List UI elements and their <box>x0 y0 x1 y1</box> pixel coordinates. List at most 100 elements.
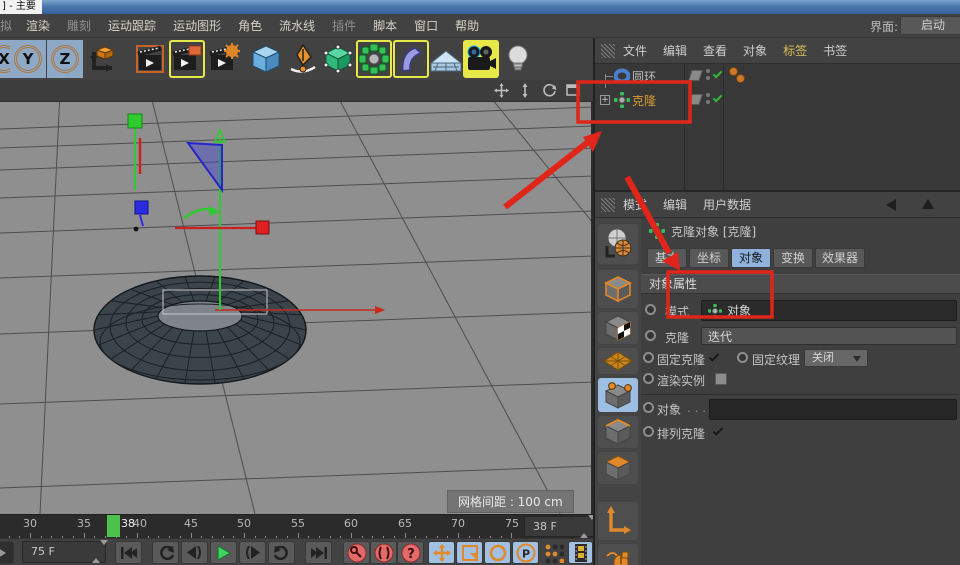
menu-script[interactable]: 脚本 <box>373 17 397 34</box>
keying-selection-button[interactable] <box>540 541 567 564</box>
enabled-check-icon[interactable] <box>713 69 723 79</box>
gizmo-blue-plane[interactable] <box>188 143 222 190</box>
om-menu-object[interactable]: 对象 <box>743 42 767 59</box>
torus-object[interactable] <box>94 276 306 384</box>
spinner-arrows-icon[interactable] <box>92 545 100 558</box>
spline-pen-button[interactable] <box>285 40 321 78</box>
record-keyframe-button[interactable] <box>343 541 370 564</box>
add-cube-button[interactable] <box>248 40 284 78</box>
next-frame-button[interactable] <box>239 541 266 564</box>
end-frame-spinner[interactable]: 75 F <box>22 541 106 563</box>
visibility-dot-bottom[interactable] <box>706 76 710 80</box>
object-link-field[interactable] <box>709 399 957 420</box>
tab-effectors[interactable]: 效果器 <box>815 248 865 268</box>
perspective-viewport[interactable]: 网格间距 : 100 cm <box>0 102 593 514</box>
goto-start-button[interactable] <box>115 541 142 564</box>
keyframe-circle-icon[interactable] <box>643 373 654 384</box>
fix-texture-dropdown[interactable]: 关闭 <box>804 349 868 367</box>
coordinate-system-button[interactable] <box>85 40 121 78</box>
menu-window[interactable]: 窗口 <box>414 17 438 34</box>
object-row-ring[interactable]: 圆环 <box>595 64 960 88</box>
play-button[interactable] <box>210 541 237 564</box>
subdivision-surface-button[interactable] <box>320 40 356 78</box>
expand-icon[interactable]: + <box>600 95 610 105</box>
history-up-icon[interactable] <box>922 199 934 209</box>
material-mode-button[interactable] <box>598 312 638 344</box>
keyframe-circle-icon[interactable] <box>737 352 748 363</box>
om-menu-file[interactable]: 文件 <box>623 42 647 59</box>
history-back-icon[interactable] <box>886 199 896 211</box>
plane-mode-button[interactable] <box>598 348 638 374</box>
axis-y-lock-button[interactable]: Y <box>10 40 46 78</box>
clone-dropdown[interactable]: 迭代 <box>701 327 957 345</box>
world-mode-button[interactable] <box>598 224 638 264</box>
menu-mograph[interactable]: 运动图形 <box>173 17 221 34</box>
keyframe-circle-icon[interactable] <box>643 352 654 363</box>
prev-key-button[interactable] <box>152 541 179 564</box>
viewport-pan-icon[interactable] <box>493 82 509 98</box>
om-menu-view[interactable]: 查看 <box>703 42 727 59</box>
mode-dropdown[interactable]: 对象 <box>701 300 957 321</box>
menu-sculpt[interactable]: 雕刻 <box>67 17 91 34</box>
fix-clone-checkbox[interactable] <box>709 351 720 362</box>
menu-render[interactable]: 渲染 <box>26 17 50 34</box>
key-position-button[interactable] <box>428 541 455 564</box>
arrange-clone-checkbox[interactable] <box>713 425 724 436</box>
layer-toggle[interactable] <box>688 94 703 105</box>
om-menu-tags[interactable]: 标签 <box>783 42 807 59</box>
key-parameter-button[interactable]: P <box>512 541 539 564</box>
enabled-check-icon[interactable] <box>713 93 723 103</box>
light-object-button[interactable] <box>500 40 536 78</box>
keyframe-circle-icon[interactable] <box>643 426 654 437</box>
panel-grip-icon[interactable] <box>601 44 615 58</box>
visibility-dot-bottom[interactable] <box>706 100 710 104</box>
viewport-zoom-icon[interactable] <box>517 82 533 98</box>
menu-character[interactable]: 角色 <box>238 17 262 34</box>
tab-basic[interactable]: 基本 <box>647 248 687 268</box>
am-menu-userdata[interactable]: 用户数据 <box>703 196 751 213</box>
key-rotation-button[interactable] <box>484 541 511 564</box>
floor-object-button[interactable] <box>428 40 464 78</box>
spinner-arrows-icon[interactable] <box>580 520 588 533</box>
render-settings-button[interactable] <box>206 40 242 78</box>
om-menu-bookmarks[interactable]: 书签 <box>823 42 847 59</box>
gizmo-blue-handle[interactable] <box>135 201 148 214</box>
frame-spinner[interactable]: 38 F <box>524 516 594 537</box>
object-name[interactable]: 克隆 <box>632 92 656 109</box>
autokey-button[interactable] <box>370 541 397 564</box>
mini-play-button[interactable] <box>0 541 14 564</box>
keyframe-circle-icon[interactable] <box>645 304 656 315</box>
menu-help[interactable]: 帮助 <box>455 17 479 34</box>
menu-motion-tracking[interactable]: 运动跟踪 <box>108 17 156 34</box>
axis-mode-button[interactable] <box>598 502 638 540</box>
object-name[interactable]: 圆环 <box>632 68 656 85</box>
mouse-mode-button[interactable] <box>598 544 638 565</box>
axis-z-lock-button[interactable]: Z <box>47 40 83 78</box>
simulation-mode-button[interactable] <box>598 378 638 412</box>
camera-object-button[interactable] <box>463 40 499 78</box>
gizmo-green-handle[interactable] <box>128 114 142 128</box>
menu-pipeline[interactable]: 流水线 <box>279 17 315 34</box>
tab-object[interactable]: 对象 <box>731 248 771 268</box>
gizmo-red-handle[interactable] <box>256 221 269 234</box>
timeline-window-button[interactable] <box>568 541 593 564</box>
layer-toggle[interactable] <box>688 70 703 81</box>
timeline-playhead[interactable] <box>107 515 120 537</box>
visibility-dot-top[interactable] <box>706 69 710 73</box>
object-ellipsis[interactable]: . . . <box>687 401 706 415</box>
edge-mode-button[interactable] <box>598 416 638 448</box>
mograph-cloner-button[interactable] <box>356 40 392 78</box>
am-menu-edit[interactable]: 编辑 <box>663 196 687 213</box>
next-key-button[interactable] <box>268 541 295 564</box>
key-scale-button[interactable] <box>456 541 483 564</box>
object-mode-button[interactable] <box>598 270 638 308</box>
polygon-mode-button[interactable] <box>598 452 638 484</box>
object-tag-icon[interactable] <box>736 74 745 83</box>
am-menu-mode[interactable]: 模式 <box>623 196 647 213</box>
viewport-toggle-icon[interactable] <box>565 82 581 98</box>
om-menu-edit[interactable]: 编辑 <box>663 42 687 59</box>
interface-dropdown[interactable]: 启动 <box>900 16 960 35</box>
menu-simulate[interactable]: 拟 <box>0 17 12 34</box>
keyframe-help-button[interactable]: ? <box>397 541 424 564</box>
object-row-cloner[interactable]: + 克隆 <box>595 88 960 112</box>
